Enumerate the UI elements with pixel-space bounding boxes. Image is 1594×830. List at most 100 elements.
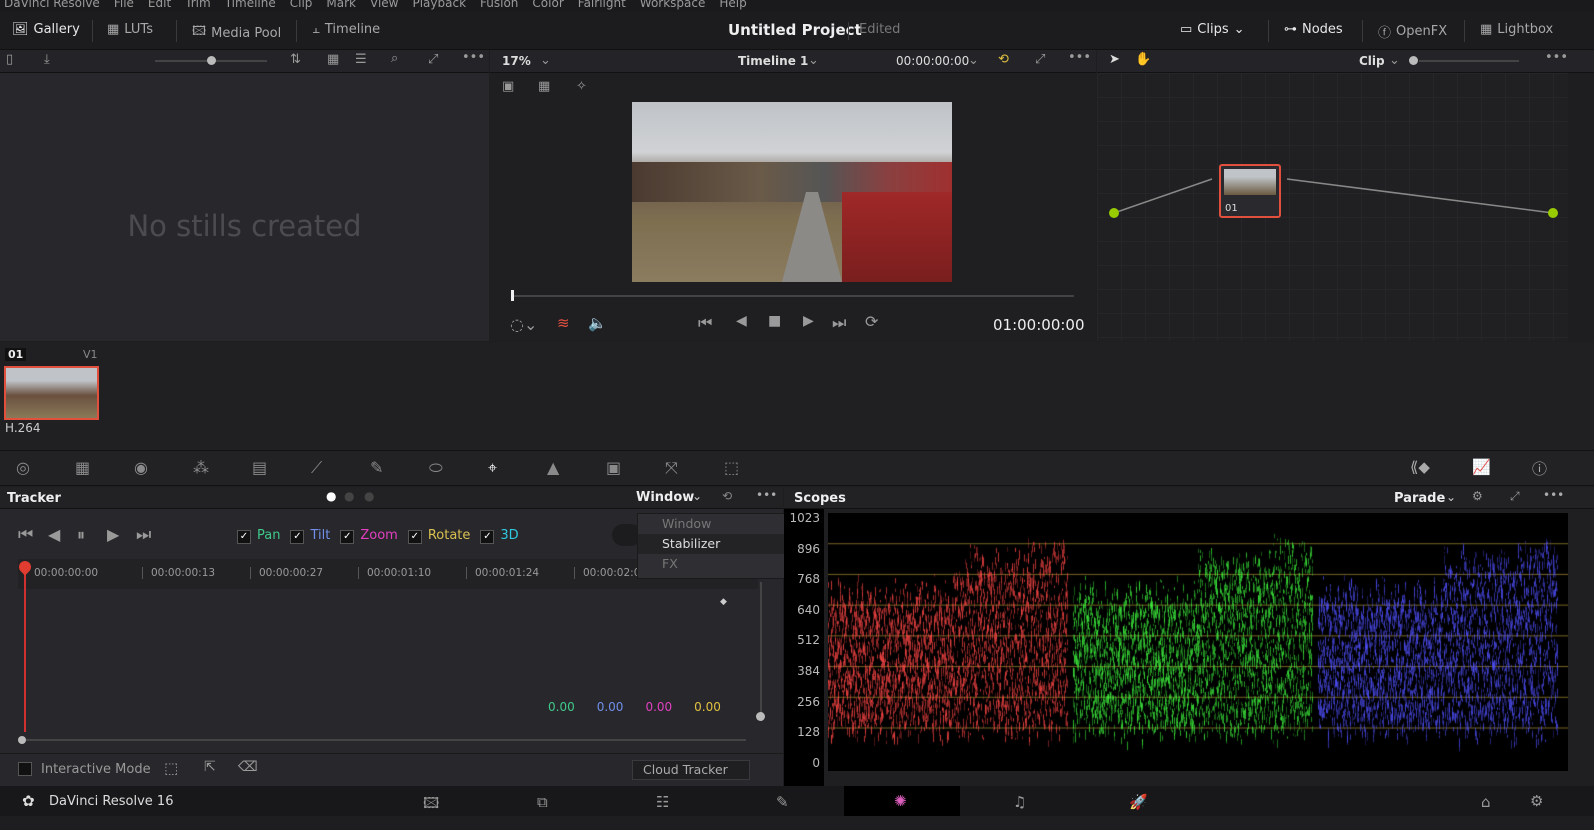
chevron-down-icon[interactable]: ⌄: [1446, 490, 1456, 504]
list-view-icon[interactable]: ☰: [355, 52, 367, 67]
page-dot[interactable]: ●: [364, 489, 374, 503]
keyframe-marker[interactable]: ◆: [720, 597, 727, 607]
node-zoom-slider[interactable]: [1409, 56, 1418, 65]
track-pan-checkbox[interactable]: ✓ Pan: [237, 528, 280, 544]
track-reverse-end-icon[interactable]: ⏮: [18, 525, 33, 545]
cut-page-icon[interactable]: ⧉: [537, 793, 548, 811]
scopes-icon[interactable]: 📈: [1472, 458, 1491, 476]
play-icon[interactable]: ▶: [803, 313, 814, 329]
track-reverse-icon[interactable]: ◀: [48, 525, 60, 544]
skip-start-icon[interactable]: ⏮: [698, 313, 712, 333]
more-icon[interactable]: •••: [1545, 50, 1568, 65]
skip-end-icon[interactable]: ⏭: [832, 313, 846, 333]
grab-still-icon[interactable]: ⤓: [44, 52, 50, 67]
playhead[interactable]: [511, 290, 514, 301]
clips-button[interactable]: ▭ Clips ⌄: [1180, 22, 1245, 37]
insert-point-icon[interactable]: ⬚: [164, 759, 178, 777]
menu-item[interactable]: Mark: [326, 0, 356, 12]
move-point-icon[interactable]: ⇱: [204, 759, 216, 775]
openfx-button[interactable]: ⓕ OpenFX: [1378, 22, 1447, 41]
menu-item[interactable]: Workspace: [640, 0, 706, 12]
search-icon[interactable]: ⌕: [391, 51, 398, 66]
rgb-mixer-palette-icon[interactable]: ⁂: [193, 458, 209, 477]
menu-item[interactable]: Help: [719, 0, 746, 12]
menu-item[interactable]: Trim: [185, 0, 211, 12]
split-view-icon[interactable]: ▦: [538, 79, 550, 94]
page-dot[interactable]: ●: [344, 489, 354, 503]
media-page-icon[interactable]: 🖾: [423, 793, 439, 818]
clip-thumbnail[interactable]: [4, 366, 99, 420]
fusion-page-icon[interactable]: ✎: [776, 793, 789, 811]
lightbox-button[interactable]: ▦ Lightbox: [1480, 22, 1553, 37]
qualifier-palette-icon[interactable]: ✎: [370, 458, 383, 477]
color-page-tab[interactable]: ✺: [844, 786, 960, 816]
menu-item[interactable]: DaVinci Resolve: [4, 0, 100, 12]
zoom-level[interactable]: 17%: [502, 54, 531, 68]
menu-item-fx[interactable]: FX: [638, 554, 786, 574]
volume-icon[interactable]: 🔈: [588, 314, 607, 332]
expand-icon[interactable]: ⤢: [428, 52, 438, 67]
sidebar-toggle-icon[interactable]: ▯: [6, 52, 13, 67]
settings-icon[interactable]: ⚙: [1530, 792, 1543, 810]
luts-button[interactable]: ▦ LUTs: [107, 22, 153, 37]
more-icon[interactable]: •••: [756, 488, 777, 502]
play-reverse-icon[interactable]: ◀: [736, 313, 747, 329]
blur-palette-icon[interactable]: ▲: [547, 458, 559, 477]
scope-type-selector[interactable]: Parade: [1394, 491, 1445, 506]
menu-item[interactable]: Timeline: [225, 0, 276, 12]
tracker-playhead[interactable]: [24, 567, 26, 732]
node-01[interactable]: 01: [1219, 164, 1281, 218]
sizing-palette-icon[interactable]: ⤧: [665, 458, 678, 478]
expand-icon[interactable]: ⤢: [1510, 489, 1520, 504]
camera-raw-palette-icon[interactable]: ◎: [16, 458, 30, 477]
chevron-down-icon[interactable]: ⌄: [968, 53, 979, 68]
track-rotate-checkbox[interactable]: ✓ Rotate: [407, 528, 470, 544]
menu-item[interactable]: Clip: [290, 0, 313, 12]
grid-view-icon[interactable]: ▦: [327, 52, 339, 67]
track-forward-end-icon[interactable]: ⏭: [136, 525, 151, 545]
menu-item[interactable]: Edit: [148, 0, 171, 12]
tracker-palette-icon[interactable]: ⌖: [488, 458, 497, 478]
3d-palette-icon[interactable]: ⬚: [724, 458, 739, 477]
menu-item[interactable]: Fairlight: [578, 0, 626, 12]
timeline-selector[interactable]: Timeline 1: [738, 54, 808, 68]
timeline-button[interactable]: ⫠ Timeline: [312, 22, 380, 37]
chevron-down-icon[interactable]: ⌄: [808, 53, 819, 68]
window-palette-icon[interactable]: ⬭: [429, 458, 443, 478]
color-wheels-palette-icon[interactable]: ◉: [134, 458, 148, 477]
track-3d-checkbox[interactable]: ✓ 3D: [480, 528, 519, 544]
single-view-icon[interactable]: ▣: [502, 79, 514, 94]
edit-page-icon[interactable]: ☷: [656, 793, 669, 811]
home-icon[interactable]: ⌂: [1481, 793, 1491, 811]
track-tilt-checkbox[interactable]: ✓ Tilt: [290, 528, 330, 544]
menu-item-window[interactable]: Window: [638, 514, 786, 534]
menu-item[interactable]: Fusion: [480, 0, 518, 12]
chevron-down-icon[interactable]: ⌄: [540, 53, 551, 68]
interactive-mode-checkbox[interactable]: [18, 762, 32, 776]
menu-item-stabilizer[interactable]: Stabilizer: [638, 534, 786, 554]
pause-icon[interactable]: ⏸: [77, 525, 85, 545]
more-icon[interactable]: •••: [462, 50, 485, 65]
magic-wand-icon[interactable]: ✧: [576, 79, 587, 94]
media-pool-button[interactable]: 🖾 Media Pool: [192, 22, 281, 44]
curves-palette-icon[interactable]: ⟋: [311, 458, 322, 478]
sort-icon[interactable]: ⇅: [290, 52, 301, 67]
loop-icon[interactable]: ⟳: [865, 312, 878, 331]
key-palette-icon[interactable]: ▣: [606, 458, 621, 477]
menu-item[interactable]: File: [114, 0, 134, 12]
more-icon[interactable]: •••: [1068, 50, 1091, 65]
scope-settings-icon[interactable]: ⚙: [1472, 489, 1483, 503]
tracker-v-scrollbar[interactable]: [760, 582, 762, 712]
viewer-timecode[interactable]: 00:00:00:00: [896, 54, 969, 68]
chevron-down-icon[interactable]: ⌄: [692, 489, 702, 503]
scrubber-bar[interactable]: [512, 295, 1074, 297]
menu-item[interactable]: View: [370, 0, 398, 12]
deliver-page-icon[interactable]: 🚀: [1129, 793, 1148, 811]
chevron-down-icon[interactable]: ⌄: [1389, 53, 1400, 68]
hand-icon[interactable]: ✋: [1135, 52, 1151, 67]
keyframes-icon[interactable]: ⟪◆: [1410, 458, 1430, 476]
delete-point-icon[interactable]: ⌫: [238, 759, 258, 775]
highlight-icon[interactable]: ⟲: [998, 52, 1009, 67]
info-icon[interactable]: ⓘ: [1532, 458, 1547, 479]
tracker-h-scrollbar[interactable]: [22, 739, 746, 741]
